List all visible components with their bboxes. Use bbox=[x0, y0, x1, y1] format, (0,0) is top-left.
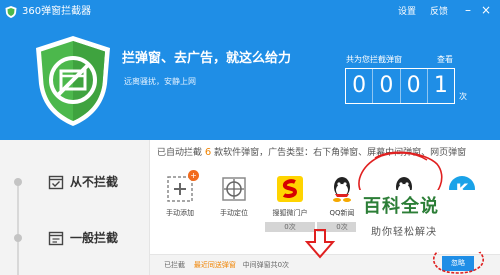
header-banner: 360弹窗拦截器 设置 反馈 – × 拦弹窗、去广告，就这么给力 远离骚扰，安静… bbox=[0, 0, 500, 140]
settings-link[interactable]: 设置 bbox=[398, 5, 416, 19]
sohu-app-item[interactable]: 搜狐微门户 bbox=[264, 174, 316, 218]
recent-popups-link[interactable]: 最近同送弹窗 bbox=[194, 261, 236, 269]
qq-icon bbox=[327, 174, 357, 204]
calendar-check-icon bbox=[48, 175, 64, 190]
counter-digit: 0 bbox=[346, 69, 374, 103]
blocked-label: 已拦截 bbox=[164, 261, 185, 269]
summary-count: 6 bbox=[204, 147, 212, 158]
watermark-subtitle: 助你轻松解决 bbox=[371, 227, 437, 238]
manual-locate-item[interactable]: 手动定位 bbox=[208, 174, 260, 218]
close-button[interactable]: × bbox=[480, 3, 492, 17]
app-name: 手动添加 bbox=[166, 209, 194, 217]
add-badge-icon: + bbox=[188, 170, 199, 181]
counter-digit: 1 bbox=[433, 73, 448, 98]
sohu-icon bbox=[275, 174, 305, 204]
counter-unit: 次 bbox=[459, 92, 467, 101]
counter-digit: 0 bbox=[401, 69, 428, 103]
sidebar-item-normal-block[interactable]: 一般拦截 bbox=[48, 230, 118, 246]
blocked-count-label: 共为您拦截弹窗 bbox=[346, 55, 402, 64]
app-block-count: 0次 bbox=[265, 222, 315, 232]
sidebar-item-never-block[interactable]: 从不拦截 bbox=[48, 174, 118, 190]
timeline-dot bbox=[14, 234, 22, 242]
sidebar-item-label: 一般拦截 bbox=[70, 231, 119, 245]
feedback-link[interactable]: 反馈 bbox=[430, 5, 448, 19]
calendar-icon bbox=[48, 231, 64, 246]
shield-emblem-icon bbox=[36, 36, 110, 126]
minimize-button[interactable]: – bbox=[462, 3, 474, 17]
window-title: 360弹窗拦截器 bbox=[22, 6, 92, 17]
summary-suffix: 款软件弹窗，广告类型：右下角弹窗、屏幕中间弹窗、网页弹窗 bbox=[214, 148, 467, 158]
blocked-summary: 已自动拦截 6 款软件弹窗，广告类型：右下角弹窗、屏幕中间弹窗、网页弹窗 bbox=[157, 147, 466, 159]
hero-headline: 拦弹窗、去广告，就这么给力 bbox=[122, 51, 292, 66]
view-history-link[interactable]: 查看 bbox=[437, 55, 453, 65]
manual-add-item[interactable]: + 手动添加 bbox=[154, 170, 206, 218]
app-name: 搜狐微门户 bbox=[272, 209, 308, 217]
app-name: 手动定位 bbox=[220, 209, 248, 217]
sidebar: 从不拦截 一般拦截 bbox=[0, 140, 150, 275]
ignore-button[interactable]: 忽略 bbox=[442, 256, 474, 271]
counter-digit: 0 bbox=[373, 69, 401, 103]
shield-logo-icon bbox=[5, 6, 17, 18]
blocked-counter: 0 0 0 1 bbox=[345, 68, 455, 104]
watermark-title: 百科全说 bbox=[363, 196, 439, 217]
sidebar-item-label: 从不拦截 bbox=[70, 175, 119, 189]
timeline-dot bbox=[14, 178, 22, 186]
bottom-status-text: 已拦截 最近同送弹窗 中间弹窗共0次 bbox=[164, 260, 289, 270]
middle-popup-count: 中间弹窗共0次 bbox=[242, 261, 290, 269]
add-icon: + bbox=[165, 170, 199, 204]
summary-prefix: 已自动拦截 bbox=[157, 148, 203, 158]
crosshair-icon bbox=[219, 174, 249, 204]
sidebar-timeline bbox=[17, 178, 19, 275]
hero-subline: 远离骚扰，安静上网 bbox=[124, 77, 196, 86]
